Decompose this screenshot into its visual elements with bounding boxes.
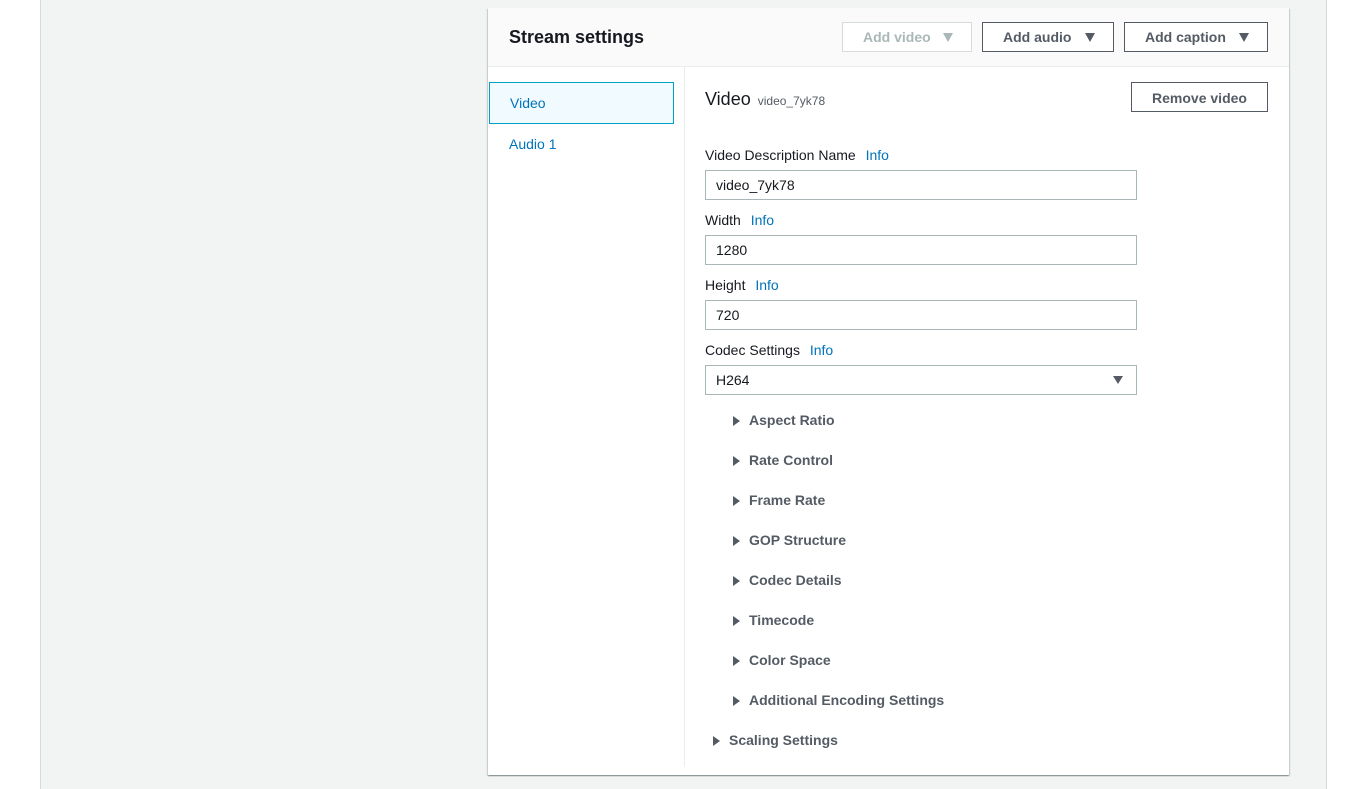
width-input[interactable]	[705, 235, 1137, 265]
codec-settings-label: Codec Settings Info	[705, 341, 833, 359]
nav-item-video[interactable]: Video	[489, 82, 674, 124]
video-heading-title: Video	[705, 89, 751, 109]
caret-right-icon	[733, 576, 740, 586]
info-link[interactable]: Info	[755, 277, 778, 293]
caret-right-icon	[733, 496, 740, 506]
caret-down-icon	[1113, 376, 1123, 384]
expander-timecode[interactable]: Timecode	[733, 611, 814, 629]
info-link[interactable]: Info	[866, 147, 889, 163]
height-label-text: Height	[705, 277, 746, 293]
expander-label: Additional Encoding Settings	[749, 692, 945, 708]
expander-label: Aspect Ratio	[749, 412, 835, 428]
expander-additional-encoding-settings[interactable]: Additional Encoding Settings	[733, 691, 944, 709]
codec-settings-select[interactable]: H264	[705, 365, 1137, 395]
expander-frame-rate[interactable]: Frame Rate	[733, 491, 825, 509]
codec-settings-value: H264	[716, 372, 750, 388]
expander-gop-structure[interactable]: GOP Structure	[733, 531, 846, 549]
expander-color-space[interactable]: Color Space	[733, 651, 831, 669]
panel-title: Stream settings	[509, 27, 645, 47]
caret-right-icon	[733, 656, 740, 666]
video-settings-content: Video video_7yk78 Remove video Video Des…	[705, 8, 1285, 775]
stream-settings-panel: Stream settings Add video Add audio Add …	[488, 8, 1289, 775]
video-description-name-label: Video Description Name Info	[705, 146, 889, 164]
expander-label: GOP Structure	[749, 532, 846, 548]
video-heading: Video video_7yk78	[705, 88, 825, 112]
vertical-divider	[684, 67, 685, 767]
caret-right-icon	[713, 736, 720, 746]
expander-label: Color Space	[749, 652, 831, 668]
caret-right-icon	[733, 616, 740, 626]
expander-scaling-settings[interactable]: Scaling Settings	[713, 731, 838, 749]
nav-item-audio-1[interactable]: Audio 1	[489, 124, 674, 166]
caret-right-icon	[733, 696, 740, 706]
height-input[interactable]	[705, 300, 1137, 330]
video-heading-id: video_7yk78	[757, 94, 826, 108]
caret-right-icon	[733, 416, 740, 426]
expander-label: Rate Control	[749, 452, 833, 468]
info-link[interactable]: Info	[751, 212, 774, 228]
width-label: Width Info	[705, 211, 774, 229]
caret-right-icon	[733, 456, 740, 466]
caret-right-icon	[733, 536, 740, 546]
remove-video-button[interactable]: Remove video	[1131, 82, 1268, 112]
video-description-name-input[interactable]	[705, 170, 1137, 200]
expander-label: Scaling Settings	[729, 732, 838, 748]
expander-label: Codec Details	[749, 572, 842, 588]
expander-label: Timecode	[749, 612, 815, 628]
codec-settings-label-text: Codec Settings	[705, 342, 800, 358]
width-label-text: Width	[705, 212, 741, 228]
expander-aspect-ratio[interactable]: Aspect Ratio	[733, 411, 835, 429]
video-description-name-label-text: Video Description Name	[705, 147, 856, 163]
height-label: Height Info	[705, 276, 779, 294]
info-link[interactable]: Info	[810, 342, 833, 358]
expander-rate-control[interactable]: Rate Control	[733, 451, 833, 469]
expander-label: Frame Rate	[749, 492, 826, 508]
expander-codec-details[interactable]: Codec Details	[733, 571, 842, 589]
